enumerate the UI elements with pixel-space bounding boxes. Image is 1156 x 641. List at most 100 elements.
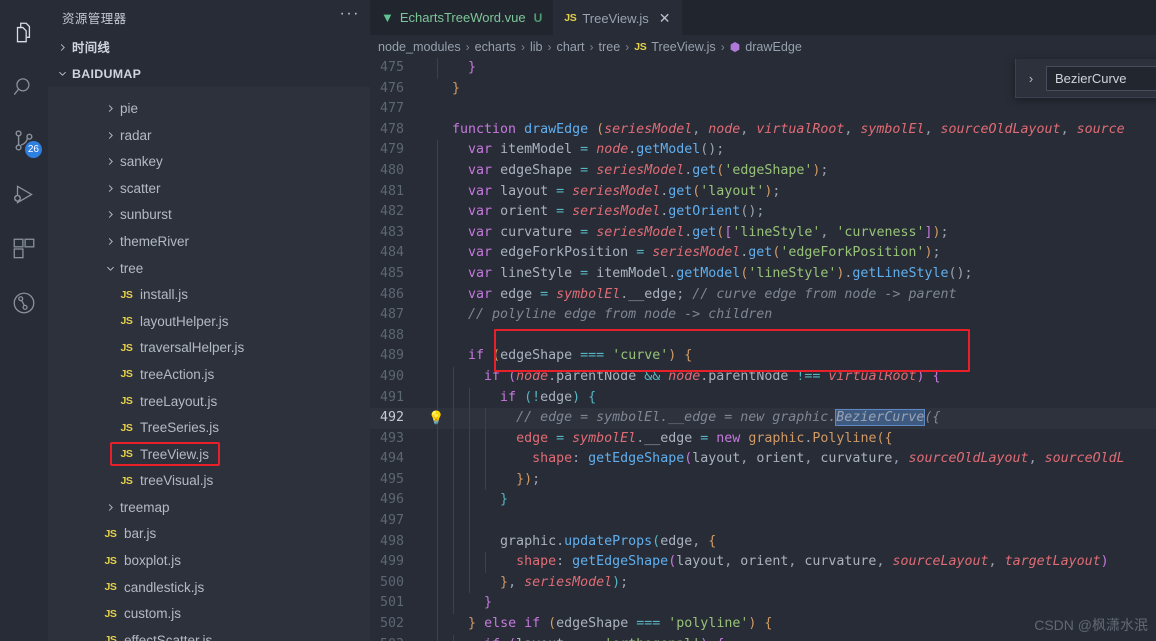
activity-item-accounts[interactable]: [0, 276, 48, 330]
tree-row[interactable]: JS candlestick.js: [48, 573, 370, 601]
tree-row[interactable]: sankey: [48, 148, 370, 175]
breadcrumb-item[interactable]: chart: [557, 40, 585, 54]
breadcrumb-item[interactable]: echarts: [475, 40, 516, 54]
code-line[interactable]: 497: [370, 511, 1156, 532]
chevron-right-icon[interactable]: [102, 233, 118, 249]
chevron-right-icon[interactable]: [102, 180, 118, 196]
quick-fix-lightbulb-icon[interactable]: 💡: [428, 409, 444, 430]
tree-row[interactable]: JS boxplot.js: [48, 547, 370, 574]
code-line[interactable]: 488: [370, 325, 1156, 347]
tree-row[interactable]: JS traversalHelper.js: [48, 334, 370, 362]
code-line[interactable]: 487 // polyline edge from node -> childr…: [370, 305, 1156, 326]
tree-row[interactable]: pie: [48, 95, 370, 122]
find-input[interactable]: [1055, 70, 1156, 86]
tree-row[interactable]: themeRiver: [48, 228, 370, 255]
code-line[interactable]: 501 }: [370, 593, 1156, 615]
code-line[interactable]: 478 function drawEdge (seriesModel, node…: [370, 120, 1156, 141]
code-token: updateProps: [564, 533, 653, 549]
tree-row[interactable]: JS TreeView.js: [48, 440, 370, 468]
code-line[interactable]: 483 var curvature = seriesModel.get(['li…: [370, 222, 1156, 244]
tree-row[interactable]: JS layoutHelper.js: [48, 307, 370, 335]
breadcrumb-item[interactable]: TreeView.js: [651, 40, 715, 54]
indent-guide: [437, 490, 438, 512]
tree-row[interactable]: radar: [48, 121, 370, 149]
chevron-down-icon[interactable]: [54, 66, 70, 82]
code-token: 'lineStyle': [732, 224, 821, 240]
chevron-right-icon[interactable]: [102, 499, 118, 515]
code-line[interactable]: 479 var itemModel = node.getModel();: [370, 140, 1156, 161]
chevron-right-icon[interactable]: [102, 127, 118, 143]
editor-tab[interactable]: JS TreeView.js ✕: [553, 0, 682, 35]
code-token: if: [468, 348, 485, 364]
code-line[interactable]: 477: [370, 99, 1156, 120]
code-line[interactable]: 498 graphic.updateProps(edge, {: [370, 531, 1156, 553]
breadcrumb-item[interactable]: lib: [530, 40, 543, 54]
sidebar-more-actions-icon[interactable]: ···: [340, 6, 360, 25]
code-line[interactable]: 484 var edgeForkPosition = seriesModel.g…: [370, 243, 1156, 264]
chevron-right-icon[interactable]: [102, 100, 118, 116]
chevron-right-icon[interactable]: [54, 39, 70, 55]
code-line[interactable]: 489 if (edgeShape === 'curve') {: [370, 346, 1156, 367]
editor-gutter: [416, 367, 436, 388]
code-line[interactable]: 496 }: [370, 490, 1156, 512]
code-line[interactable]: 495 });: [370, 469, 1156, 491]
code-editor[interactable]: 475 } 476 } 477 478 function drawEdge (seri…: [370, 58, 1156, 641]
code-token: seriesModel: [596, 224, 685, 240]
code-line[interactable]: 499 shape: getEdgeShape(layout, orient, …: [370, 552, 1156, 573]
tree-row[interactable]: JS bar.js: [48, 520, 370, 548]
tree-row[interactable]: 时间线: [48, 34, 370, 61]
activity-item-search[interactable]: [0, 60, 48, 114]
code-line[interactable]: 485 var lineStyle = itemModel.getModel('…: [370, 263, 1156, 285]
tree-row[interactable]: BAIDUMAP: [48, 61, 370, 88]
breadcrumb-item[interactable]: node_modules: [378, 40, 461, 54]
code-line[interactable]: 492 // edge = symbolEl.__edge = new grap…: [370, 408, 1156, 429]
close-tab-icon[interactable]: ✕: [659, 11, 671, 25]
breadcrumb-item[interactable]: tree: [599, 40, 621, 54]
find-input-wrap[interactable]: Aa ab .*: [1046, 65, 1156, 91]
tree-row[interactable]: JS install.js: [48, 281, 370, 308]
tree-row[interactable]: JS custom.js: [48, 600, 370, 628]
activity-item-run-debug[interactable]: [0, 168, 48, 222]
code-line[interactable]: 494 shape: getEdgeShape(layout, orient, …: [370, 449, 1156, 470]
tree-row[interactable]: JS treeAction.js: [48, 361, 370, 388]
code-token: graphic: [748, 430, 805, 446]
code-line[interactable]: 503 if (layout === 'orthogonal') {: [370, 634, 1156, 641]
activity-item-source-control[interactable]: 26: [0, 114, 48, 168]
chevron-down-icon[interactable]: [102, 260, 118, 276]
code-line[interactable]: 482 var orient = seriesModel.getOrient()…: [370, 202, 1156, 223]
indent-guide: [437, 181, 438, 203]
tree-row[interactable]: JS treeVisual.js: [48, 467, 370, 495]
code-line[interactable]: 481 var layout = seriesModel.get('layout…: [370, 181, 1156, 203]
tree-row[interactable]: JS treeLayout.js: [48, 387, 370, 415]
chevron-right-icon[interactable]: [102, 154, 118, 170]
line-number: 489: [379, 348, 404, 364]
tree-row[interactable]: scatter: [48, 174, 370, 202]
js-file-icon: JS: [120, 474, 133, 487]
breadcrumb-separator-icon: ›: [720, 39, 725, 54]
activity-item-explorer[interactable]: [0, 6, 48, 60]
tree-row[interactable]: treemap: [48, 494, 370, 521]
editor-gutter: [416, 429, 436, 450]
file-tree[interactable]: 时间线 BAIDUMAP pie radar sankey scatter sunburst…: [48, 34, 370, 641]
tree-row[interactable]: sunburst: [48, 201, 370, 229]
breadcrumb-item[interactable]: drawEdge: [745, 40, 802, 54]
tree-row[interactable]: JS TreeSeries.js: [48, 414, 370, 441]
breadcrumb[interactable]: node_modules › echarts › lib › chart › tree › JS Tr…: [370, 35, 1156, 58]
code-line[interactable]: 480 var edgeShape = seriesModel.get('edg…: [370, 160, 1156, 182]
code-line-text: var edgeForkPosition = seriesModel.get('…: [436, 243, 940, 264]
code-line[interactable]: 500 }, seriesModel);: [370, 572, 1156, 594]
toggle-replace-icon[interactable]: ›: [1022, 71, 1040, 86]
activity-item-extensions[interactable]: [0, 222, 48, 276]
code-line[interactable]: 491 if (!edge) {: [370, 387, 1156, 409]
tree-row[interactable]: tree: [48, 254, 370, 282]
code-line[interactable]: 493 edge = symbolEl.__edge = new graphic…: [370, 428, 1156, 450]
editor-tab[interactable]: ▼ EchartsTreeWord.vue U: [370, 0, 554, 35]
tree-row[interactable]: JS effectScatter.js: [48, 627, 370, 641]
code-line[interactable]: 486 var edge = symbolEl.__edge; // curve…: [370, 284, 1156, 306]
indent-guide: [437, 325, 438, 347]
chevron-right-icon[interactable]: [102, 207, 118, 223]
code-line[interactable]: 490 if (node.parentNode && node.parentNo…: [370, 366, 1156, 388]
